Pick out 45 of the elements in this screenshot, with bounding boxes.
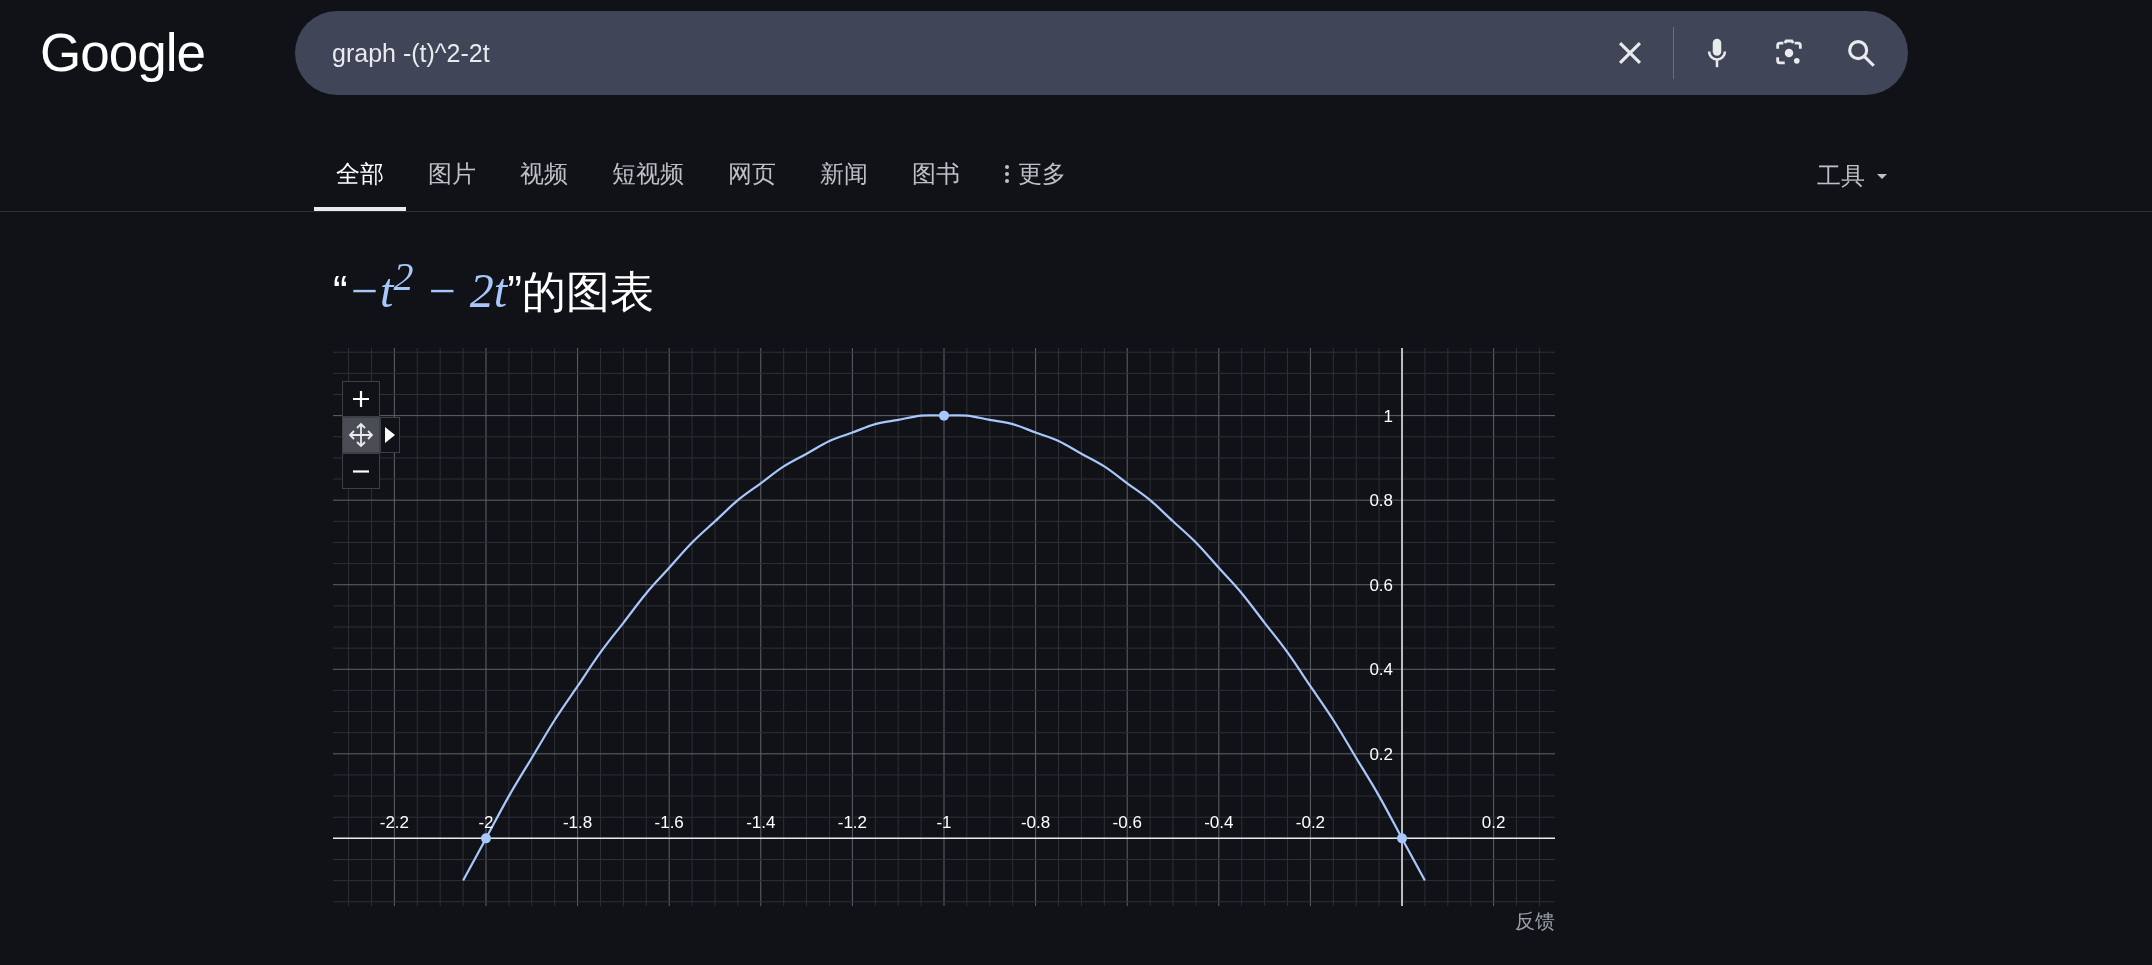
tools-menu[interactable]: 工具 [1817,141,1887,211]
zoom-out-button[interactable] [342,453,380,489]
tab[interactable]: 短视频 [590,141,706,211]
curve-point[interactable] [481,833,491,844]
axis-label: 0.2 [1369,744,1393,764]
axis-label: -1.2 [837,813,868,833]
move-icon [347,421,375,449]
axis-label: -2 [478,813,494,833]
axis-label: -1.4 [746,813,776,833]
expand-button[interactable] [380,417,400,453]
axis-label: -1.6 [654,813,684,833]
minus-icon [351,469,371,473]
curve-point[interactable] [1397,833,1407,844]
function-graph[interactable]: -2.2 -2 -1.8 -1.6 -1.4 -1.2 -1 -0.8 -0.6 -0.4 -0.2 0.2 0.2 0.4 0.6 0.8 1 [333,348,1555,906]
tab[interactable]: 图书 [890,141,982,211]
pan-button[interactable] [342,417,380,453]
plus-icon [351,389,371,409]
axis-label: -1.8 [562,813,593,833]
feedback-link[interactable]: 反馈 [1515,908,1555,934]
google-logo[interactable]: Google [40,11,260,95]
tab[interactable]: 图片 [406,141,498,211]
axis-label: -0.8 [1020,813,1051,833]
axis-label: 0.2 [1481,813,1506,833]
zoom-in-button[interactable] [342,381,380,417]
curve-point[interactable] [939,410,949,421]
tab[interactable]: 全部 [314,141,406,211]
search-field[interactable]: graph -(t)^2-2t [332,38,1613,68]
caret-icon [1877,173,1887,179]
tab[interactable]: 视频 [498,141,590,211]
axis-label: 0.8 [1369,491,1393,511]
axis-label: -0.4 [1204,813,1234,833]
search-bar[interactable]: graph -(t)^2-2t [295,11,1908,95]
axis-label: 0.6 [1369,575,1393,595]
tab[interactable]: 新闻 [798,141,890,211]
axis-label: -0.6 [1112,813,1142,833]
axis-label: -1 [936,813,952,833]
more-tab[interactable]: 更多 [982,141,1088,211]
triangle-icon [385,427,395,443]
axis-label: 1 [1383,406,1393,426]
axis-label: 0.4 [1369,660,1393,680]
axis-label: -2.2 [379,813,409,833]
axis-label: -0.2 [1295,813,1326,833]
tab[interactable]: 网页 [706,141,798,211]
dots-icon [1004,164,1010,184]
chart-heading: “−t$^{2}$ − 2t”的图表 [333,253,655,319]
